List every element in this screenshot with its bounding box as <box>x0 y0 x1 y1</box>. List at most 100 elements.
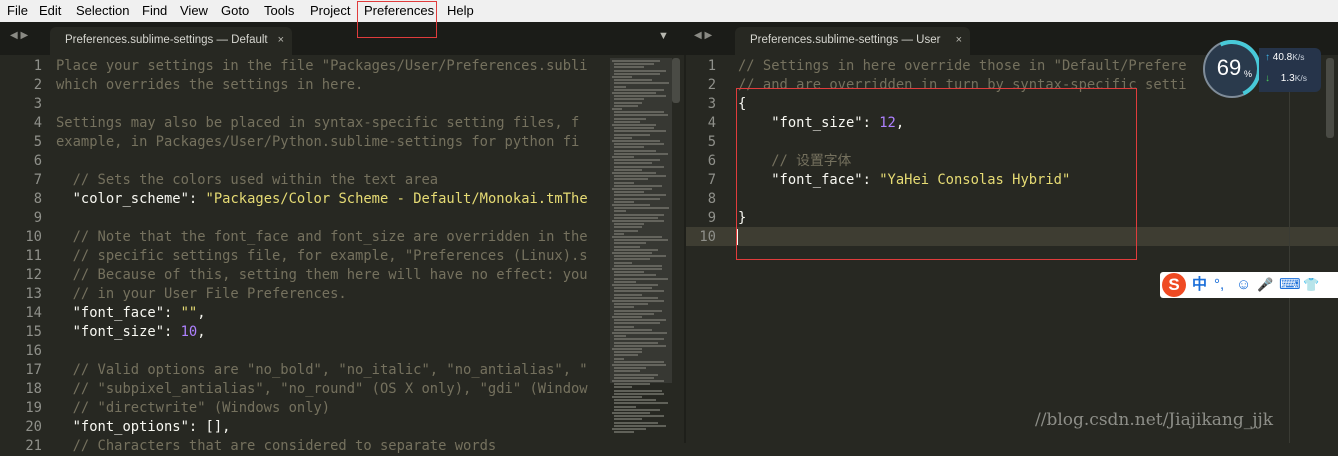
menu-help[interactable]: Help <box>447 0 474 22</box>
download-arrow-icon: ↓ <box>1265 73 1270 84</box>
minimap-line <box>614 338 664 341</box>
chinese-mode-icon[interactable]: 中 <box>1192 276 1207 294</box>
minimap-line <box>614 415 664 418</box>
line-number: 15 <box>25 324 42 340</box>
gauge-percent-sign: % <box>1244 69 1253 79</box>
code-line: "font_face": "", <box>56 304 608 323</box>
minimap-line <box>612 396 642 398</box>
code-token: : <box>164 324 181 340</box>
minimap-line <box>614 399 656 402</box>
menu-goto[interactable]: Goto <box>221 0 249 22</box>
right-scrollbar[interactable] <box>1326 58 1334 138</box>
minimap-line <box>614 408 660 411</box>
menu-view[interactable]: View <box>180 0 208 22</box>
upload-speed-row: ↑ 40.8K/s <box>1265 52 1305 63</box>
minimap-line <box>614 383 650 386</box>
code-token: // Settings in here override those in "D… <box>738 58 1187 74</box>
line-number: 21 <box>25 438 42 454</box>
code-line: // Because of this, setting them here wi… <box>56 266 608 285</box>
menu-file[interactable]: File <box>7 0 28 22</box>
menu-find[interactable]: Find <box>142 0 167 22</box>
minimap-line <box>612 284 658 286</box>
text-cursor <box>736 229 738 245</box>
minimap-line <box>614 389 662 392</box>
code-token: "font_face" <box>771 172 863 188</box>
menu-preferences[interactable]: Preferences <box>364 0 434 22</box>
minimap-line <box>612 316 642 318</box>
minimap-line <box>612 348 642 350</box>
minimap-line <box>614 354 638 357</box>
line-number: 16 <box>25 343 42 359</box>
minimap-line <box>614 255 666 258</box>
tab-user-settings[interactable]: Preferences.sublime-settings — User × <box>735 27 970 55</box>
menu-tools[interactable]: Tools <box>264 0 294 22</box>
code-token: "font_face" <box>72 305 164 321</box>
minimap-line <box>612 332 667 334</box>
punctuation-icon[interactable]: °, <box>1214 276 1224 294</box>
minimap-line <box>614 248 658 251</box>
minimap-line <box>614 431 634 434</box>
tab-overflow-icon[interactable]: ▼ <box>658 30 669 42</box>
minimap-line <box>614 418 642 421</box>
minimap-line <box>614 293 642 296</box>
minimap-line <box>612 300 664 302</box>
emoji-icon[interactable]: ☺ <box>1236 276 1251 294</box>
menu-project[interactable]: Project <box>310 0 350 22</box>
upload-arrow-icon: ↑ <box>1265 52 1270 63</box>
code-token: // Characters that are considered to sep… <box>56 438 497 454</box>
code-line: "font_size": 10, <box>56 323 608 342</box>
line-number: 14 <box>25 305 42 321</box>
minimap-line <box>614 287 652 290</box>
code-token: // Valid options are "no_bold", "no_ital… <box>56 362 588 378</box>
menu-selection[interactable]: Selection <box>76 0 129 22</box>
code-token: : <box>862 172 880 188</box>
tab-default-settings-label: Preferences.sublime-settings — Default <box>65 34 268 46</box>
code-line: } <box>738 209 1323 228</box>
code-token: // and are overridden in turn by syntax-… <box>738 77 1187 93</box>
close-icon[interactable]: × <box>278 27 284 54</box>
keyboard-icon[interactable]: ⌨ <box>1279 276 1301 294</box>
code-token: , <box>197 305 206 321</box>
watermark: //blog.csdn.net/Jiajikang_jjk <box>1035 410 1274 430</box>
code-token: } <box>738 210 747 226</box>
minimap-line <box>612 268 662 270</box>
skin-icon[interactable]: 👕 <box>1303 276 1319 294</box>
minimap-line <box>614 271 644 274</box>
minimap-line <box>614 277 668 280</box>
close-icon[interactable]: × <box>956 27 962 54</box>
code-token: // "directwrite" (Windows only) <box>56 400 331 416</box>
upload-unit: K/s <box>1292 52 1305 62</box>
tab-default-settings[interactable]: Preferences.sublime-settings — Default × <box>50 27 292 55</box>
minimap-line <box>614 376 654 379</box>
code-line: // Characters that are considered to sep… <box>56 437 608 456</box>
code-line: "font_options": [], <box>56 418 608 437</box>
minimap-line <box>614 325 634 328</box>
menu-edit[interactable]: Edit <box>39 0 61 22</box>
line-number: 5 <box>707 134 716 150</box>
line-number: 1 <box>707 58 716 74</box>
minimap-line <box>614 261 632 264</box>
code-line: "font_size": 12, <box>738 114 1323 133</box>
tab-user-settings-label: Preferences.sublime-settings — User <box>750 34 941 46</box>
code-token: { <box>738 96 747 112</box>
code-token: "" <box>180 305 198 321</box>
minimap-line <box>614 341 658 344</box>
download-unit: K/s <box>1294 73 1307 83</box>
line-number: 20 <box>25 419 42 435</box>
minimap-line <box>614 405 636 408</box>
microphone-icon[interactable]: 🎤 <box>1257 276 1273 294</box>
code-line: // "directwrite" (Windows only) <box>56 399 608 418</box>
left-tab-nav-arrows[interactable]: ◀ ▶ <box>10 30 28 41</box>
minimap-line <box>614 351 642 354</box>
right-tab-nav-arrows[interactable]: ◀ ▶ <box>694 30 712 41</box>
line-number: 12 <box>25 267 42 283</box>
minimap-line <box>612 364 666 366</box>
code-line: "font_face": "YaHei Consolas Hybrid" <box>738 171 1323 190</box>
minimap-line <box>614 344 666 347</box>
sogou-logo-icon[interactable]: S <box>1162 273 1186 297</box>
line-number: 11 <box>25 248 42 264</box>
code-token: "font_options" <box>72 419 189 435</box>
line-number: 17 <box>25 362 42 378</box>
